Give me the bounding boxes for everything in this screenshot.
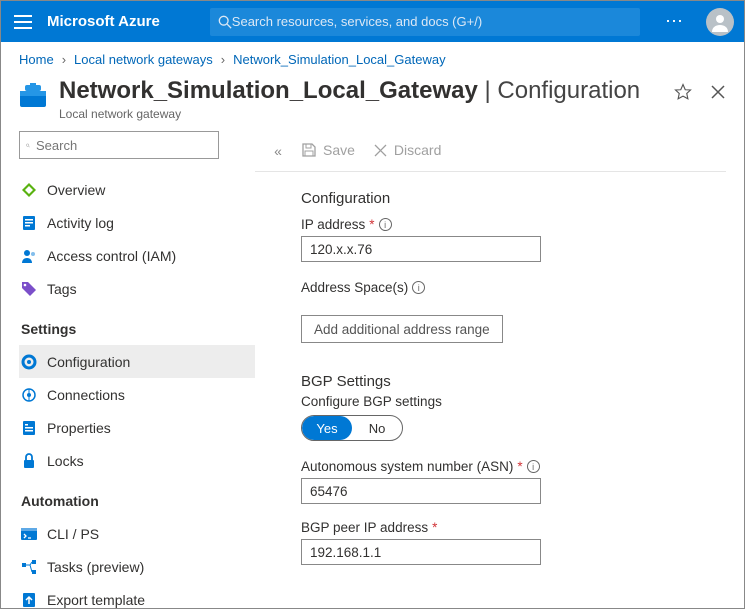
page-title: Network_Simulation_Local_Gateway | Confi… — [59, 77, 674, 105]
chevron-right-icon: › — [62, 52, 66, 67]
ip-address-input[interactable] — [301, 236, 541, 262]
sidebar-item-label: Export template — [47, 592, 145, 608]
breadcrumb: Home › Local network gateways › Network_… — [1, 42, 744, 73]
properties-icon — [21, 420, 37, 436]
search-icon — [26, 139, 30, 152]
sidebar-item-activity-log[interactable]: Activity log — [19, 206, 255, 239]
sidebar-item-properties[interactable]: Properties — [19, 411, 255, 444]
sidebar-item-connections[interactable]: Connections — [19, 378, 255, 411]
breadcrumb-level2[interactable]: Network_Simulation_Local_Gateway — [233, 52, 445, 67]
info-icon[interactable]: i — [527, 460, 540, 473]
configure-bgp-label: Configure BGP settings — [301, 394, 726, 409]
nav-group-automation: Automation — [21, 493, 255, 509]
asn-label: Autonomous system number (ASN) * i — [301, 459, 726, 474]
cli-icon — [21, 526, 37, 542]
sidebar-item-tasks[interactable]: Tasks (preview) — [19, 550, 255, 583]
bgp-peer-input[interactable] — [301, 539, 541, 565]
user-icon — [710, 12, 730, 32]
content-pane: Save Discard Configuration IP address * … — [301, 131, 726, 603]
asn-input[interactable] — [301, 478, 541, 504]
side-nav: Overview Activity log Access control (IA… — [19, 131, 255, 603]
top-bar: Microsoft Azure ⋯ — [1, 1, 744, 42]
add-address-range-button[interactable]: Add additional address range — [301, 315, 503, 343]
close-icon[interactable] — [710, 84, 726, 105]
overview-icon — [21, 182, 37, 198]
side-search-input[interactable] — [36, 138, 212, 153]
breadcrumb-home[interactable]: Home — [19, 52, 54, 67]
breadcrumb-level1[interactable]: Local network gateways — [74, 52, 213, 67]
sidebar-item-label: Configuration — [47, 354, 130, 370]
nav-group-settings: Settings — [21, 321, 255, 337]
chevron-right-icon: › — [221, 52, 225, 67]
sidebar-item-export-template[interactable]: Export template — [19, 583, 255, 609]
discard-button[interactable]: Discard — [373, 142, 441, 158]
sidebar-item-label: Overview — [47, 182, 105, 198]
tags-icon — [21, 281, 37, 297]
collapse-nav-icon[interactable]: « — [274, 139, 282, 603]
sidebar-item-label: Locks — [47, 453, 84, 469]
ip-address-label: IP address * i — [301, 217, 726, 232]
sidebar-item-label: Access control (IAM) — [47, 248, 176, 264]
sidebar-item-tags[interactable]: Tags — [19, 272, 255, 305]
divider — [255, 171, 726, 172]
gear-icon — [21, 354, 37, 370]
hamburger-menu-icon[interactable] — [7, 6, 39, 38]
sidebar-item-configuration[interactable]: Configuration — [19, 345, 255, 378]
toggle-yes[interactable]: Yes — [302, 416, 352, 440]
save-icon — [301, 142, 317, 158]
global-search-input[interactable] — [232, 14, 632, 29]
bgp-toggle[interactable]: Yes No — [301, 415, 403, 441]
resource-type-label: Local network gateway — [59, 107, 674, 121]
info-icon[interactable]: i — [379, 218, 392, 231]
section-title-bgp: BGP Settings — [301, 373, 726, 390]
sidebar-item-label: CLI / PS — [47, 526, 99, 542]
address-spaces-label: Address Space(s) i — [301, 280, 726, 295]
sidebar-item-label: Connections — [47, 387, 125, 403]
side-search[interactable] — [19, 131, 219, 159]
page-header: Network_Simulation_Local_Gateway | Confi… — [1, 73, 744, 131]
bgp-peer-label: BGP peer IP address * — [301, 520, 726, 535]
more-icon[interactable]: ⋯ — [659, 11, 690, 32]
discard-icon — [373, 143, 388, 158]
export-template-icon — [21, 592, 37, 608]
sidebar-item-label: Properties — [47, 420, 111, 436]
lock-icon — [21, 453, 37, 469]
sidebar-item-locks[interactable]: Locks — [19, 444, 255, 477]
section-title-configuration: Configuration — [301, 190, 726, 207]
favorite-star-icon[interactable] — [674, 83, 692, 106]
activity-log-icon — [21, 215, 37, 231]
sidebar-item-access-control[interactable]: Access control (IAM) — [19, 239, 255, 272]
save-button[interactable]: Save — [301, 142, 355, 158]
command-bar: Save Discard — [301, 135, 726, 165]
tasks-icon — [21, 559, 37, 575]
resource-icon — [19, 83, 49, 109]
sidebar-item-label: Tags — [47, 281, 77, 297]
global-search[interactable] — [210, 8, 640, 36]
connections-icon — [21, 387, 37, 403]
access-control-icon — [21, 248, 37, 264]
search-icon — [218, 15, 232, 29]
sidebar-item-overview[interactable]: Overview — [19, 173, 255, 206]
sidebar-item-label: Activity log — [47, 215, 114, 231]
sidebar-item-cli-ps[interactable]: CLI / PS — [19, 517, 255, 550]
avatar[interactable] — [706, 8, 734, 36]
info-icon[interactable]: i — [412, 281, 425, 294]
sidebar-item-label: Tasks (preview) — [47, 559, 144, 575]
toggle-no[interactable]: No — [352, 416, 402, 440]
brand-label: Microsoft Azure — [47, 13, 160, 30]
